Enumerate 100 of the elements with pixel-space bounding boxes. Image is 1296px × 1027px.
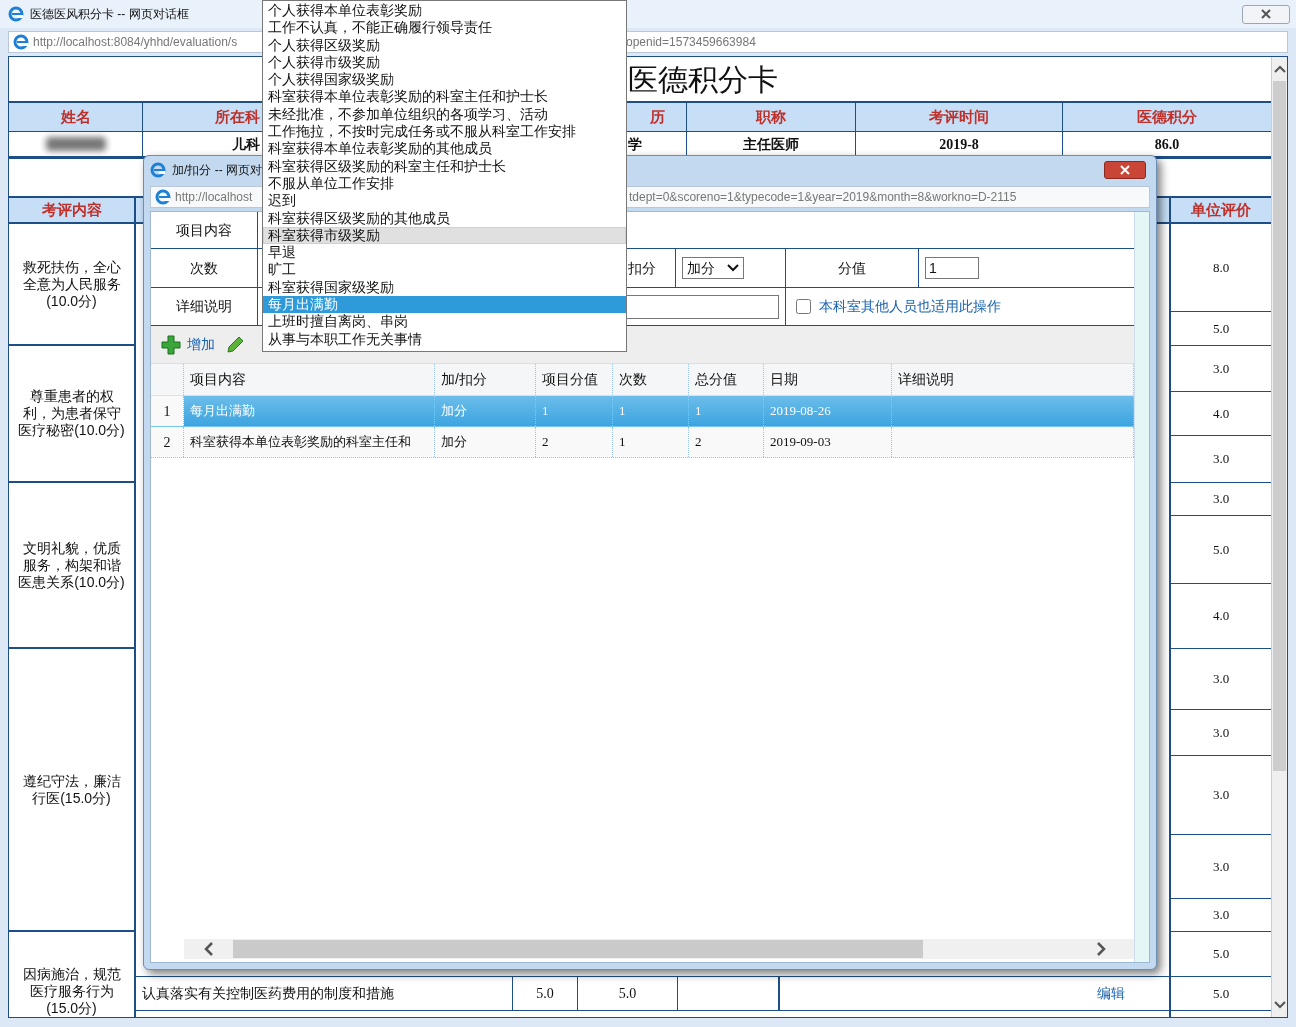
dropdown-option[interactable]: 旷工 [263, 261, 626, 279]
grid-header: 次数 [619, 370, 647, 389]
browser-icon [150, 162, 166, 178]
dropdown-option[interactable]: 个人获得市级奖励 [263, 53, 626, 72]
grid-cell-text: 1 [542, 402, 549, 421]
form-label: 分值 [838, 258, 866, 278]
grid-cell-text: 2019-08-26 [770, 402, 831, 421]
table-cell-text: 儿科 [232, 135, 260, 154]
form-label: 扣分 [628, 258, 656, 278]
grid-header: 项目分值 [542, 370, 598, 389]
dropdown-option[interactable]: 工作不认真，不能正确履行领导责任 [263, 19, 626, 37]
score-cell-text: 5.0 [1212, 984, 1230, 1003]
pencil-icon[interactable] [225, 334, 245, 355]
chevron-down-icon [727, 264, 739, 272]
edit-link[interactable]: 编辑 [1097, 983, 1125, 1004]
scrollbar[interactable] [1271, 57, 1287, 1017]
close-button[interactable] [1242, 4, 1290, 24]
score-cell-text: 5.0 [1212, 540, 1230, 559]
dropdown-option[interactable]: 科室获得区级奖励的科室主任和护士长 [263, 157, 626, 175]
score-cell-text: 3.0 [1212, 857, 1230, 876]
dropdown-option[interactable]: 科室获得本单位表彰奖励的其他成员 [263, 140, 626, 158]
category-text: 遵纪守法，廉洁行医(15.0分) [21, 772, 122, 807]
browser-icon [13, 34, 29, 50]
category-text: 救死扶伤，全心全意为人民服务(10.0分) [21, 258, 122, 310]
column-header: 职称 [756, 106, 786, 127]
dropdown-option[interactable]: 早退 [263, 244, 626, 262]
apply-all-checkbox[interactable] [796, 299, 811, 314]
grid-header: 详细说明 [898, 370, 954, 389]
table-cell-text: 主任医师 [743, 135, 799, 154]
category-text: 文明礼貌，优质服务，构架和谐医患关系(10.0分) [17, 539, 126, 591]
dropdown-option[interactable]: 从事与本职工作无关事情 [263, 330, 626, 348]
grid-cell-text: 1 [695, 402, 702, 421]
column-header: 所在科 [215, 106, 260, 127]
form-label: 详细说明 [176, 297, 232, 316]
grid-cell-text: 每月出满勤 [190, 402, 255, 421]
score-cell-text: 3.0 [1212, 670, 1230, 689]
add-button[interactable]: 增加 [161, 334, 215, 355]
column-header: 考评内容 [41, 199, 102, 220]
table-cell-text: 认真落实有关控制医药费用的制度和措施 [142, 984, 394, 1003]
browser-icon [8, 6, 24, 22]
table-cell-text: 学 [628, 135, 642, 154]
address-text: http://localhost [175, 189, 253, 206]
column-header: 医德积分 [1137, 106, 1197, 127]
address-text: openid=1573459663984 [626, 34, 756, 51]
plus-icon [161, 334, 181, 355]
row-number: 2 [163, 433, 171, 452]
score-cell-text: 4.0 [1212, 607, 1230, 626]
table-cell-text: 5.0 [618, 985, 637, 1003]
row-number: 1 [163, 402, 171, 421]
dropdown-option[interactable]: 个人获得国家级奖励 [263, 71, 626, 89]
dropdown-option[interactable]: 迟到 [263, 192, 626, 210]
close-icon [1261, 9, 1271, 19]
table-cell-text: 86.0 [1154, 135, 1180, 154]
grid-cell-text: 科室获得本单位表彰奖励的科室主任和 [190, 433, 411, 452]
close-icon [1120, 165, 1130, 175]
dropdown-option[interactable]: 不服从单位工作安排 [263, 174, 626, 193]
close-button[interactable] [1104, 161, 1146, 179]
score-cell-text: 3.0 [1212, 906, 1230, 925]
browser-icon [155, 189, 171, 205]
dropdown-option[interactable]: 个人获得本单位表彰奖励 [263, 2, 626, 20]
window-title: 医德医风积分卡 -- 网页对话框 [30, 6, 189, 23]
dropdown-option[interactable]: 工作拖拉，不按时完成任务或不服从科室工作安排 [263, 123, 626, 141]
dropdown-option[interactable]: 未经批准，不参加单位组织的各项学习、活动 [263, 105, 626, 124]
dropdown-option[interactable]: 科室获得区级奖励的其他成员 [263, 209, 626, 227]
grid-cell-text: 1 [619, 433, 626, 452]
address-text: tdept=0&scoreno=1&typecode=1&year=2019&month=8&workno=D-2115 [629, 189, 1017, 206]
column-header: 考评时间 [929, 106, 989, 127]
dropdown-option[interactable]: 科室获得市级奖励 [263, 226, 626, 245]
grid-cell-text: 加分 [441, 433, 467, 452]
grid-cell-text: 2 [695, 433, 702, 452]
grid-cell-text: 1 [619, 402, 626, 421]
grid-cell-text: 2019-09-03 [770, 433, 831, 452]
grid-cell-text: 2 [542, 433, 549, 452]
table-cell-text: 5.0 [536, 985, 554, 1003]
column-header: 历 [649, 106, 665, 127]
dropdown-option[interactable]: 科室获得国家级奖励 [263, 278, 626, 297]
score-cell-text: 3.0 [1212, 723, 1230, 742]
grid-header: 日期 [770, 370, 798, 389]
score-cell-text: 3.0 [1212, 786, 1230, 805]
grid-row[interactable]: 1 每月出满勤 加分 1 1 1 2019-08-26 [151, 396, 1134, 427]
dropdown-option[interactable]: 上班时擅自离岗、串岗 [263, 313, 626, 331]
grid-header: 总分值 [695, 370, 737, 389]
score-cell-text: 3.0 [1212, 490, 1230, 509]
score-cell-text: 5.0 [1212, 945, 1230, 964]
score-cell-text: 3.0 [1212, 359, 1230, 378]
score-cell-text: 8.0 [1212, 258, 1230, 277]
score-cell-text: 4.0 [1212, 404, 1230, 423]
horizontal-scrollbar[interactable] [184, 939, 1134, 959]
grid-row[interactable]: 2 科室获得本单位表彰奖励的科室主任和 加分 2 1 2 2019-09-03 [151, 427, 1134, 458]
grid-header: 加/扣分 [441, 370, 487, 389]
column-header: 姓名 [60, 106, 91, 127]
category-text: 尊重患者的权利，为患者保守医疗秘密(10.0分) [17, 388, 126, 439]
type-select[interactable]: 加分 [682, 257, 744, 279]
grid-cell-text: 加分 [441, 402, 467, 421]
category-text: 因病施治，规范医疗服务行为(15.0分) [21, 965, 122, 1017]
grid-header: 项目内容 [190, 370, 246, 389]
dialog-title: 加/扣分 -- 网页对 [172, 162, 262, 179]
dropdown-option[interactable]: 科室获得本单位表彰奖励的科室主任和护士长 [263, 88, 626, 106]
dropdown-option[interactable]: 个人获得区级奖励 [263, 36, 626, 54]
value-input[interactable]: 1 [925, 257, 979, 279]
